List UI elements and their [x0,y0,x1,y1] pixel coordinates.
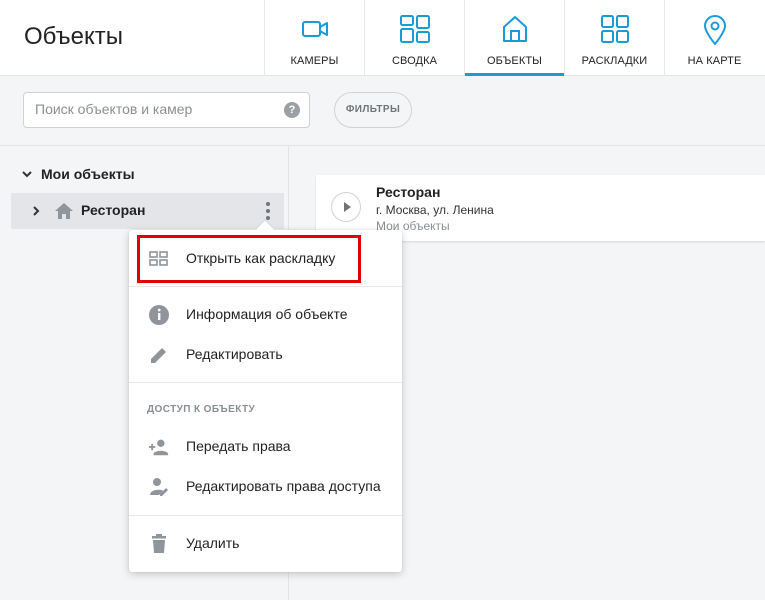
filters-button[interactable]: ФИЛЬТРЫ [334,92,412,128]
main-nav: КАМЕРЫ СВОДКА ОБЪЕКТЫ РАСКЛАДКИ НА КАРТЕ [264,0,764,76]
menu-item-label: Редактировать [186,346,283,362]
camera-icon [301,21,328,37]
search-box: ? [23,92,310,128]
tab-label: КАМЕРЫ [290,55,339,67]
home-icon [55,203,73,219]
dashboard-icon [399,15,430,43]
map-pin-icon [703,15,726,45]
divider [0,145,765,146]
tab-label: НА КАРТЕ [687,55,742,67]
tab-label: СВОДКА [391,55,438,67]
tab-layouts[interactable]: РАСКЛАДКИ [564,0,664,76]
menu-item-label: Редактировать права доступа [186,478,381,494]
tab-label: РАСКЛАДКИ [581,55,648,67]
more-vertical-icon[interactable] [266,202,270,220]
tab-cameras[interactable]: КАМЕРЫ [264,0,364,76]
object-address: г. Москва, ул. Ленина [376,203,494,217]
pencil-icon [151,348,166,363]
tree-root[interactable]: Мои объекты [20,164,135,184]
tab-summary[interactable]: СВОДКА [364,0,464,76]
person-edit-icon [150,478,168,496]
menu-divider [129,382,402,383]
menu-item-edit-access[interactable]: Редактировать права доступа [129,468,402,504]
menu-item-transfer-rights[interactable]: Передать права [129,428,402,464]
search-input[interactable] [35,101,275,117]
menu-item-delete[interactable]: Удалить [129,525,402,561]
tab-label: ОБЪЕКТЫ [486,55,543,67]
menu-divider [129,286,402,287]
menu-divider [129,515,402,516]
tab-map[interactable]: НА КАРТЕ [664,0,764,76]
menu-section-label: ДОСТУП К ОБЪЕКТУ [147,404,256,415]
tree-item-label: Ресторан [81,202,146,218]
menu-item-object-info[interactable]: Информация об объекте [129,296,402,332]
info-icon [149,305,169,325]
menu-item-label: Информация об объекте [186,306,348,322]
trash-icon [152,534,166,553]
grid-icon [600,15,629,43]
tree-root-label: Мои объекты [41,166,135,182]
person-add-icon [148,439,169,456]
menu-item-edit[interactable]: Редактировать [129,336,402,372]
chevron-down-icon [22,171,32,178]
home-icon [502,16,527,42]
app-header: Объекты КАМЕРЫ СВОДКА ОБЪЕКТЫ РАСКЛАДКИ … [0,0,765,76]
tab-objects[interactable]: ОБЪЕКТЫ [464,0,564,76]
tree-item-restaurant[interactable]: Ресторан [11,193,284,229]
object-name: Ресторан [376,184,441,200]
menu-item-label: Удалить [186,535,240,551]
page-title: Объекты [24,23,123,50]
help-icon[interactable]: ? [284,102,300,118]
play-icon[interactable] [331,192,361,222]
highlight-box [137,235,361,283]
chevron-right-icon[interactable] [29,204,43,218]
menu-item-label: Передать права [186,438,291,454]
